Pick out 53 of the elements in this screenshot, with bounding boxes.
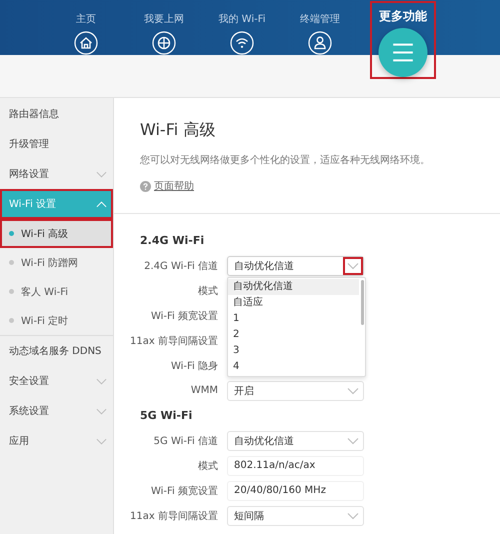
dropdown-option[interactable]: 3 — [228, 342, 359, 358]
chevron-icon — [96, 438, 107, 444]
section-heading: 5G Wi-Fi — [140, 409, 194, 424]
field-label: Wi-Fi 频宽设置 — [150, 484, 218, 498]
nav-tab[interactable]: 我要上网 — [136, 0, 192, 55]
field-label: 模式 — [197, 284, 218, 298]
chevron-icon — [96, 378, 107, 384]
sidebar-item[interactable]: 升级管理 — [0, 129, 113, 159]
nav-tab[interactable]: 主页 — [58, 0, 114, 55]
field-label: 11ax 前导间隔设置 — [129, 334, 218, 348]
sidebar-subitem[interactable]: 客人 Wi-Fi — [0, 277, 113, 306]
sidebar-item[interactable]: 应用 — [0, 426, 113, 456]
bullet-icon — [9, 318, 14, 323]
field-label: 模式 — [197, 460, 218, 472]
field-label: 11ax 前导间隔设置 — [129, 510, 218, 522]
chevron-icon — [96, 408, 107, 414]
field-label: 5G Wi-Fi 信道 — [152, 434, 218, 448]
nav-tab[interactable]: 更多功能 — [372, 3, 434, 77]
scrollbar[interactable] — [361, 280, 364, 324]
bullet-icon — [9, 289, 14, 294]
select-field[interactable]: 自动优化信道 — [227, 256, 364, 276]
field-label: WMM — [190, 385, 218, 396]
help-link[interactable]: 页面帮助 — [154, 179, 194, 193]
bullet-icon — [9, 231, 14, 236]
dropdown-option[interactable]: 4 — [228, 358, 359, 374]
nav-tab[interactable]: 终端管理 — [292, 0, 348, 55]
chevron-icon — [96, 170, 107, 178]
page-title: Wi-Fi 高级 — [140, 120, 216, 141]
sidebar-subitem[interactable]: Wi-Fi 防蹭网 — [0, 248, 113, 277]
help-icon — [140, 180, 151, 192]
sidebar-subitem[interactable]: Wi-Fi 定时 — [0, 306, 113, 335]
select-field[interactable]: 自动优化信道 — [227, 430, 364, 450]
dropdown-option[interactable]: 自适应 — [228, 294, 359, 310]
sidebar-subitem[interactable]: Wi-Fi 高级 — [0, 219, 113, 248]
field-label: Wi-Fi 频宽设置 — [150, 310, 218, 322]
select-field[interactable]: 开启 — [227, 380, 364, 400]
field-label: Wi-Fi 隐身 — [170, 360, 218, 372]
dropdown-option[interactable]: 自动优化信道 — [228, 278, 359, 294]
section-heading: 2.4G Wi-Fi — [140, 234, 206, 249]
dropdown-option[interactable]: 2 — [228, 326, 359, 342]
dropdown-option[interactable]: 1 — [228, 310, 359, 326]
chevron-icon[interactable] — [343, 256, 363, 274]
chevron-icon — [96, 200, 107, 208]
select-field[interactable]: 短间隔 — [227, 506, 364, 526]
bullet-icon — [9, 260, 14, 265]
sidebar-item[interactable]: 网络设置 — [0, 159, 113, 189]
sidebar-item[interactable]: 路由器信息 — [0, 99, 113, 129]
nav-tab[interactable]: 我的 Wi-Fi — [214, 0, 270, 55]
sidebar-item[interactable]: 动态域名服务 DDNS — [0, 336, 113, 366]
sidebar-item[interactable]: 安全设置 — [0, 366, 113, 396]
field-label: 2.4G Wi-Fi 信道 — [143, 260, 218, 272]
page-description: 您可以对无线网络做更多个性化的设置，适应各种无线网络环境。 — [140, 154, 431, 167]
sidebar-item[interactable]: 系统设置 — [0, 396, 113, 426]
